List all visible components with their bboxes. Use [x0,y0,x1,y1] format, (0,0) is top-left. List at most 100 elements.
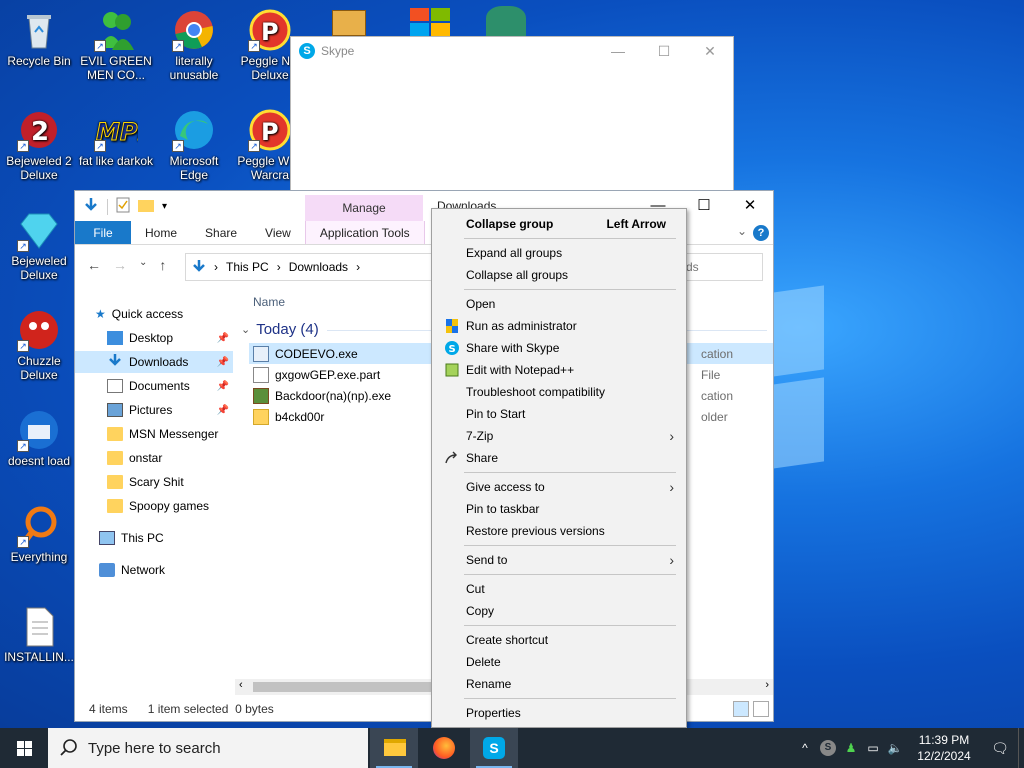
tab-view[interactable]: View [251,221,305,244]
taskbar-search-box[interactable]: Type here to search [48,728,368,768]
menu-share[interactable]: Share [434,447,684,469]
properties-check-icon[interactable] [116,197,130,216]
recent-locations-chevron-icon[interactable]: ⌄ [139,257,147,273]
desktop-icon-installing-file[interactable]: INSTALLIN... [1,600,77,664]
menu-delete[interactable]: Delete [434,651,684,673]
download-arrow-icon [107,353,123,371]
taskbar-skype[interactable]: S [470,728,518,768]
menu-copy[interactable]: Copy [434,600,684,622]
volume-tray-icon[interactable]: 🔈 [884,741,906,755]
nav-this-pc[interactable]: This PC [75,527,233,549]
menu-give-access-to[interactable]: Give access to › [434,476,684,498]
skype-maximize-button[interactable]: ☐ [641,43,687,60]
nav-item-desktop[interactable]: Desktop 📌 [75,327,233,349]
back-arrow-icon[interactable]: ← [87,257,101,273]
menu-rename[interactable]: Rename [434,673,684,695]
scrollbar-thumb[interactable] [253,682,433,692]
nav-item-spoopy-games[interactable]: Spoopy games [75,495,233,517]
details-view-icon[interactable] [733,701,749,717]
manage-tab[interactable]: Manage [305,195,423,221]
breadcrumb-downloads[interactable]: Downloads [289,260,348,274]
menu-share-with-skype[interactable]: S Share with Skype [434,337,684,359]
column-header-name[interactable]: Name [253,295,285,309]
skype-close-button[interactable]: ✕ [687,43,733,60]
nav-item-pictures[interactable]: Pictures 📌 [75,399,233,421]
desktop-icon-chuzzle[interactable]: ↗ Chuzzle Deluxe [1,304,77,382]
menu-send-to[interactable]: Send to › [434,549,684,571]
skype-tray-icon[interactable]: S [820,740,836,756]
tab-file[interactable]: File [75,221,131,244]
show-desktop-button[interactable] [1018,728,1024,768]
up-arrow-icon[interactable]: ↑ [159,257,166,273]
menu-run-as-administrator[interactable]: Run as administrator [434,315,684,337]
skype-minimize-button[interactable]: — [595,43,641,60]
explorer-close-button[interactable]: ✕ [727,191,773,221]
nav-item-msn-messenger[interactable]: MSN Messenger [75,423,233,445]
menu-restore-previous-versions[interactable]: Restore previous versions [434,520,684,542]
menu-cut[interactable]: Cut [434,578,684,600]
blank-file-icon [253,366,269,383]
quick-access-dropdown-icon[interactable]: ▾ [162,201,167,212]
nav-quick-access[interactable]: ★ Quick access [95,303,253,325]
menu-edit-with-notepadpp[interactable]: Edit with Notepad++ [434,359,684,381]
address-bar[interactable]: › This PC › Downloads › [185,253,433,281]
tab-application-tools[interactable]: Application Tools [304,221,425,244]
menu-open[interactable]: Open [434,293,684,315]
nav-item-onstar[interactable]: onstar [75,447,233,469]
new-folder-icon[interactable] [138,198,154,215]
skype-window[interactable]: S Skype — ☐ ✕ [290,36,734,196]
bejeweled-icon: 2 ↗ [17,108,61,152]
breadcrumb-separator-icon: › [356,260,361,274]
taskbar: Type here to search S ^ S ♟ ▭ 🔈 11:39 PM… [0,728,1024,768]
nav-network[interactable]: Network [75,559,233,581]
desktop-icon-mpi[interactable]: MPI ↗ fat like darkok [78,104,154,169]
menu-pin-to-taskbar[interactable]: Pin to taskbar [434,498,684,520]
menu-pin-to-start[interactable]: Pin to Start [434,403,684,425]
desktop-icon-bejeweled-2[interactable]: 2 ↗ Bejeweled 2 Deluxe [1,104,77,182]
user-green-tray-icon[interactable]: ♟ [840,741,862,755]
skype-logo-icon: S [299,43,315,59]
taskbar-file-explorer[interactable] [370,728,418,768]
desktop-icon-green-men[interactable]: ↗ EVIL GREEN MEN CO... [78,4,154,82]
menu-7zip[interactable]: 7-Zip › [434,425,684,447]
menu-create-shortcut[interactable]: Create shortcut [434,629,684,651]
svg-text:P: P [261,18,279,46]
clock[interactable]: 11:39 PM 12/2/2024 [906,732,982,764]
chrome-icon: ↗ [172,8,216,52]
tab-share[interactable]: Share [191,221,251,244]
forward-arrow-icon[interactable]: → [113,257,127,273]
star-icon: ★ [95,307,106,321]
start-button[interactable] [0,728,48,768]
group-header-today[interactable]: ⌄ Today (4) [241,321,319,338]
skype-titlebar[interactable]: S Skype — ☐ ✕ [291,37,733,65]
nav-item-downloads[interactable]: Downloads 📌 [75,351,233,373]
desktop-icon-chrome[interactable]: ↗ literally unusable [156,4,232,82]
explorer-maximize-button[interactable]: ☐ [681,191,727,221]
scroll-right-icon[interactable]: › [765,679,769,691]
pin-icon: 📌 [216,380,229,392]
desktop-icon-thunderbird[interactable]: ↗ doesnt load [1,404,77,468]
nav-item-scary[interactable]: Scary Shit [75,471,233,493]
nav-item-documents[interactable]: Documents 📌 [75,375,233,397]
menu-expand-all-groups[interactable]: Expand all groups [434,242,684,264]
help-icon[interactable]: ? [753,225,769,241]
taskbar-firefox[interactable] [420,728,468,768]
ribbon-expand-chevron-icon[interactable]: ⌄ [737,224,747,238]
network-tray-icon[interactable]: ▭ [862,741,884,755]
menu-collapse-group[interactable]: Collapse group Left Arrow [434,213,684,235]
scroll-left-icon[interactable]: ‹ [239,679,243,691]
desktop-icon-everything[interactable]: ↗ Everything [1,500,77,564]
menu-properties[interactable]: Properties [434,702,684,724]
desktop-icon-recycle-bin[interactable]: Recycle Bin [1,4,77,68]
notifications-icon[interactable]: 🗨 [982,740,1018,757]
desktop-icon-edge[interactable]: ↗ Microsoft Edge [156,104,232,182]
tray-overflow-chevron-icon[interactable]: ^ [794,741,816,755]
breadcrumb-this-pc[interactable]: This PC [226,260,269,274]
folder-icon [107,427,123,441]
menu-collapse-all-groups[interactable]: Collapse all groups [434,264,684,286]
menu-troubleshoot-compatibility[interactable]: Troubleshoot compatibility [434,381,684,403]
tab-home[interactable]: Home [131,221,191,244]
desktop-icon-bejeweled-deluxe[interactable]: ↗ Bejeweled Deluxe [1,204,77,282]
menu-separator [464,289,676,290]
large-icons-view-icon[interactable] [753,701,769,717]
